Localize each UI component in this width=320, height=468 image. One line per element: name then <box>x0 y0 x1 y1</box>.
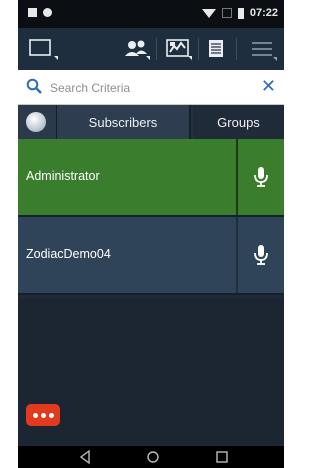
recents-icon[interactable] <box>214 449 230 465</box>
navigation-bar <box>18 446 284 468</box>
notification-icon <box>28 8 37 17</box>
signal-icon <box>221 8 232 18</box>
list-icon[interactable] <box>204 36 230 62</box>
contact-name: Administrator <box>26 169 100 183</box>
microphone-icon[interactable] <box>252 243 270 267</box>
toolbar <box>18 28 284 71</box>
more-dots-icon[interactable] <box>26 404 60 426</box>
tab-bar: Subscribers Groups <box>18 105 284 139</box>
contact-list: Administrator ZodiacDemo04 <box>18 139 284 295</box>
phone-screen: 07:22 Search Criteria ✕ Subscribers Grou… <box>18 0 284 468</box>
tab-subscribers[interactable]: Subscribers <box>57 105 191 139</box>
record-icon <box>43 8 52 17</box>
search-input[interactable] <box>48 76 252 100</box>
back-icon[interactable] <box>78 449 92 465</box>
map-icon[interactable] <box>164 36 194 62</box>
radio-icon <box>26 112 46 132</box>
tab-label: Groups <box>217 114 260 130</box>
toolbar-separator <box>198 38 199 60</box>
home-icon[interactable] <box>145 449 161 465</box>
search-bar: ✕ <box>18 70 284 105</box>
toolbar-separator <box>236 38 237 60</box>
tab-groups[interactable]: Groups <box>193 105 284 139</box>
wifi-icon <box>201 8 216 18</box>
menu-icon[interactable] <box>250 36 280 62</box>
search-icon <box>26 78 42 94</box>
microphone-icon[interactable] <box>252 165 270 189</box>
list-item[interactable]: Administrator <box>18 139 284 217</box>
contacts-icon[interactable] <box>122 36 152 62</box>
window-icon[interactable] <box>28 36 58 62</box>
battery-icon <box>237 7 244 19</box>
select-all-toggle[interactable] <box>18 105 57 139</box>
contact-name: ZodiacDemo04 <box>26 247 111 261</box>
status-bar: 07:22 <box>18 0 284 28</box>
toolbar-separator <box>156 38 157 60</box>
list-item[interactable]: ZodiacDemo04 <box>18 217 284 295</box>
tab-label: Subscribers <box>88 114 158 130</box>
close-icon[interactable]: ✕ <box>261 76 276 96</box>
status-time: 07:22 <box>249 7 278 19</box>
